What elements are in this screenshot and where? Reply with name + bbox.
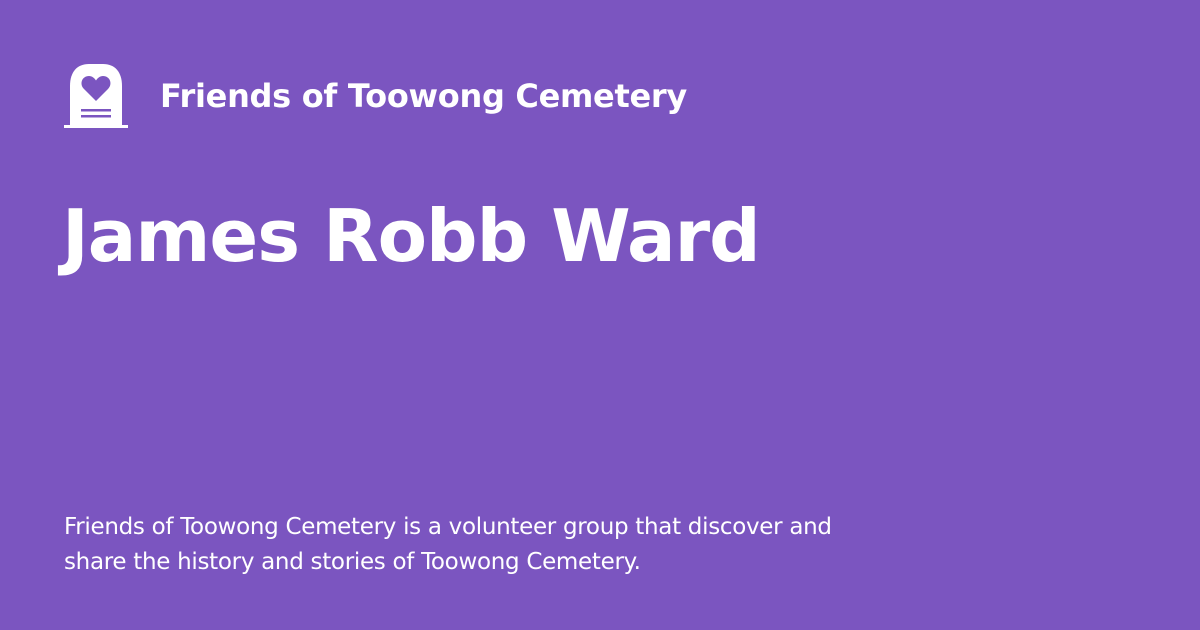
social-share-card: Friends of Toowong Cemetery James Robb W…: [0, 0, 1200, 630]
site-header: Friends of Toowong Cemetery: [64, 64, 687, 128]
headstone-heart-icon: [64, 64, 128, 128]
page-title: James Robb Ward: [62, 194, 761, 278]
site-description: Friends of Toowong Cemetery is a volunte…: [64, 514, 832, 575]
site-name: Friends of Toowong Cemetery: [160, 77, 687, 115]
